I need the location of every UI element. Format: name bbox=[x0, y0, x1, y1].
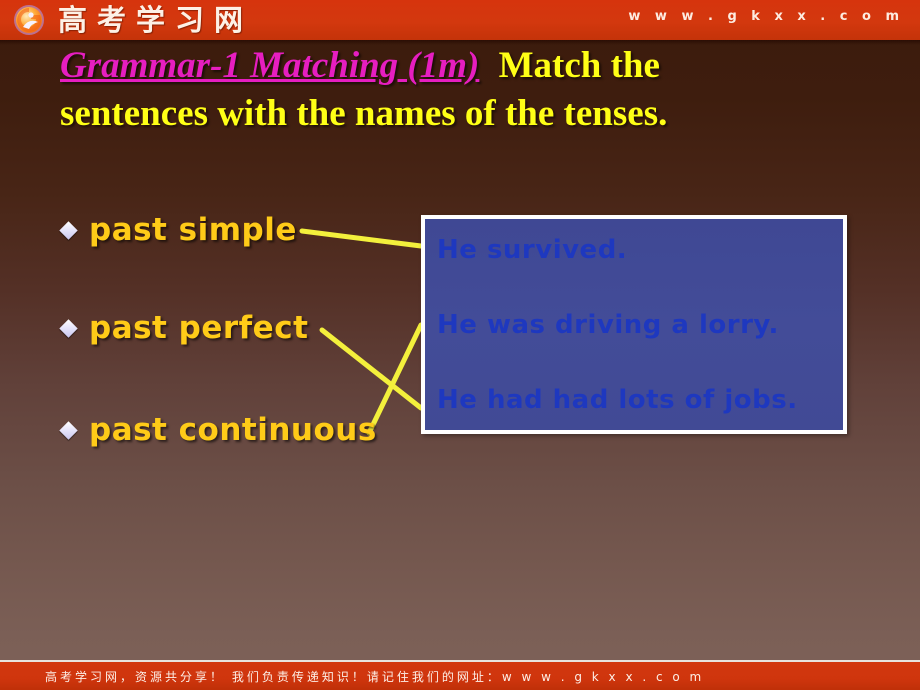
tense-item-past-continuous[interactable]: past continuous bbox=[59, 412, 377, 448]
gkxx-circular-logo-icon bbox=[14, 5, 44, 35]
tense-label: past simple bbox=[89, 212, 297, 248]
diamond-bullet-icon bbox=[59, 318, 78, 338]
tense-label: past continuous bbox=[89, 412, 377, 448]
footer-text: 高考学习网，资源共分享！ 我们负责传递知识！请记住我们的网址：w w w . g… bbox=[45, 670, 705, 684]
diamond-bullet-icon bbox=[59, 220, 78, 240]
connector-line-past-simple bbox=[299, 228, 424, 249]
tense-item-past-simple[interactable]: past simple bbox=[59, 212, 297, 248]
sentence-item[interactable]: He survived. bbox=[437, 237, 843, 263]
page-title-rest-line2: sentences with the names of the tenses. bbox=[60, 93, 668, 134]
page-title-highlight: Grammar-1 Matching (1m) bbox=[60, 45, 480, 86]
banner-url: w w w . g k x x . c o m bbox=[628, 9, 904, 24]
top-banner: 高考学习网 w w w . g k x x . c o m bbox=[0, 0, 920, 40]
sentence-item[interactable]: He had had lots of jobs. bbox=[437, 387, 843, 413]
page-title: Grammar-1 Matching (1m) Match the senten… bbox=[60, 42, 880, 138]
connector-line-past-perfect bbox=[319, 327, 424, 411]
diamond-bullet-icon bbox=[59, 420, 78, 440]
page-title-rest-line1: Match the bbox=[498, 45, 660, 86]
sentence-item[interactable]: He was driving a lorry. bbox=[437, 312, 843, 338]
tense-label: past perfect bbox=[89, 310, 309, 346]
tense-item-past-perfect[interactable]: past perfect bbox=[59, 310, 309, 346]
footer-bar: 高考学习网，资源共分享！ 我们负责传递知识！请记住我们的网址：w w w . g… bbox=[0, 660, 920, 690]
sentences-panel: He survived. He was driving a lorry. He … bbox=[421, 215, 847, 434]
slide-canvas: 高考学习网 w w w . g k x x . c o m Grammar-1 … bbox=[0, 0, 920, 690]
banner-site-name: 高考学习网 bbox=[58, 3, 254, 37]
